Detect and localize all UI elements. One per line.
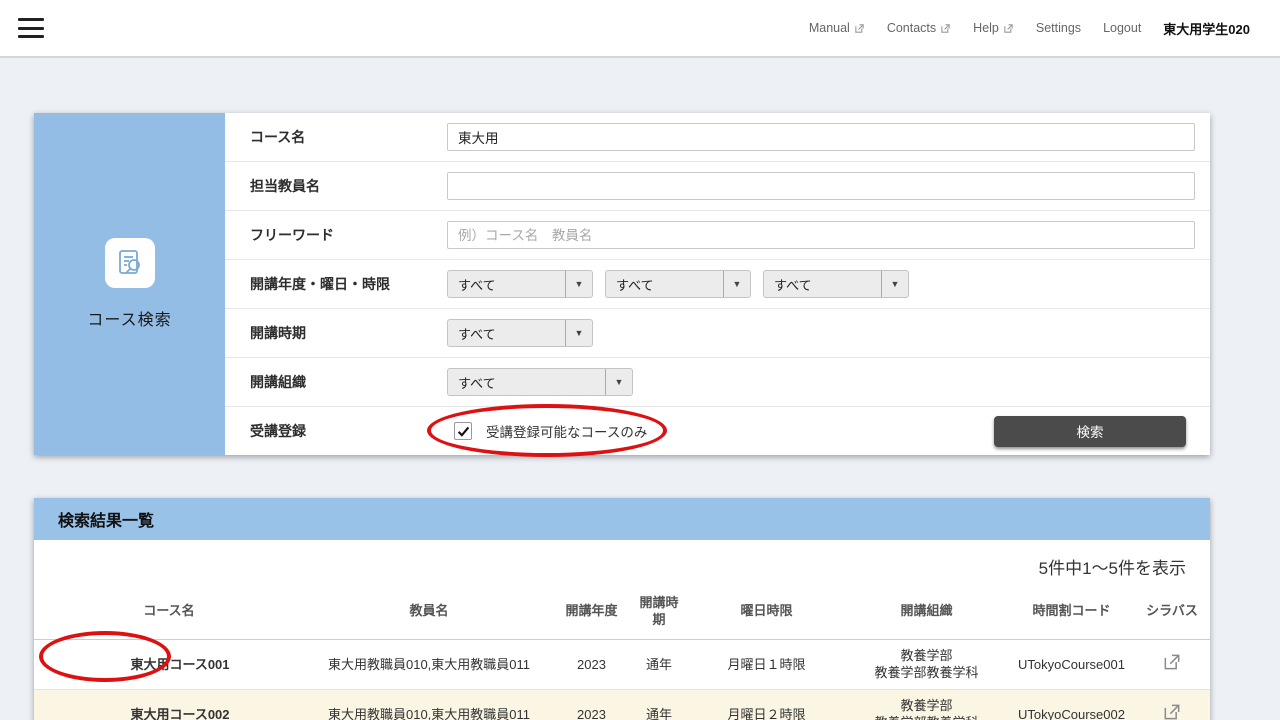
results-header: 検索結果一覧 [34,498,1210,540]
settings-link[interactable]: Settings [1036,21,1081,35]
form-row-free-word: フリーワード [225,210,1210,259]
teachers-cell: 東大用教職員010,東大用教職員011 [304,689,554,720]
column-header-organization: 開講組織 [844,589,1009,639]
search-button[interactable]: 検索 [994,416,1186,447]
daytime-cell: 月曜日１時限 [689,639,844,689]
course-name-label: コース名 [225,127,447,147]
syllabus-external-link-icon[interactable] [1162,652,1182,672]
form-row-organization: 開講組織 すべて ▼ [225,357,1210,406]
table-row-course-002: 東大用コース002 東大用教職員010,東大用教職員011 2023 通年 月曜… [34,689,1210,720]
username: 東大用学生020 [1163,19,1250,38]
form-row-year-day-period: 開講年度・曜日・時限 すべて ▼ すべて ▼ すべて ▼ [225,259,1210,308]
column-header-syllabus: シラバス [1134,589,1210,639]
external-link-icon [854,23,865,34]
external-link-icon [1003,23,1014,34]
timetable-code-cell: UTokyoCourse001 [1009,639,1134,689]
course-search-sidebar: コース検索 [34,113,225,455]
help-link-label: Help [973,21,999,35]
organization-select-value: すべて [448,369,605,395]
organization-cell: 教養学部 教養学部教養学科 [844,689,1009,720]
form-row-registration: 受講登録 受講登録可能なコースのみ 検索 [225,406,1210,455]
organization-cell: 教養学部 教養学部教養学科 [844,639,1009,689]
chevron-down-icon: ▼ [881,271,908,297]
syllabus-external-link-icon[interactable] [1162,702,1182,720]
day-select-value: すべて [606,271,723,297]
results-count: 5件中1〜5件を表示 [34,540,1210,589]
results-table: コース名 教員名 開講年度 開講時期 曜日時限 開講組織 時間割コード シラバス… [34,589,1210,720]
course-row-002-link[interactable]: 東大用コース002 [34,689,304,720]
free-word-label: フリーワード [225,225,447,245]
year-day-period-label: 開講年度・曜日・時限 [225,274,447,294]
chevron-down-icon: ▼ [723,271,750,297]
period-select-value: すべて [764,271,881,297]
manual-link-label: Manual [809,21,850,35]
checkmark-icon [457,425,470,438]
year-select[interactable]: すべて ▼ [447,270,593,298]
results-table-header-row: コース名 教員名 開講年度 開講時期 曜日時限 開講組織 時間割コード シラバス [34,589,1210,639]
year-select-value: すべて [448,271,565,297]
chevron-down-icon: ▼ [605,369,632,395]
term-label: 開講時期 [225,323,447,343]
course-search-panel: コース検索 コース名 担当教員名 フリーワード [34,113,1210,455]
timetable-code-cell: UTokyoCourse002 [1009,689,1134,720]
term-select[interactable]: すべて ▼ [447,319,593,347]
registration-checkbox[interactable] [454,422,472,440]
free-word-input[interactable] [447,221,1195,249]
form-row-course-name: コース名 [225,113,1210,161]
form-row-teacher-name: 担当教員名 [225,161,1210,210]
document-search-icon [105,238,155,288]
column-header-teacher: 教員名 [304,589,554,639]
page: Manual Contacts Help Settings Logout 東大用… [0,0,1280,720]
column-header-daytime: 曜日時限 [689,589,844,639]
hamburger-menu-icon[interactable] [18,18,44,38]
topbar: Manual Contacts Help Settings Logout 東大用… [0,0,1280,58]
daytime-cell: 月曜日２時限 [689,689,844,720]
contacts-link[interactable]: Contacts [887,21,951,35]
search-results-panel: 検索結果一覧 5件中1〜5件を表示 コース名 教員名 開講年度 開講時期 曜日時… [34,498,1210,720]
manual-link[interactable]: Manual [809,21,865,35]
organization-label: 開講組織 [225,372,447,392]
help-link[interactable]: Help [973,21,1014,35]
year-cell: 2023 [554,689,629,720]
teachers-cell: 東大用教職員010,東大用教職員011 [304,639,554,689]
organization-select[interactable]: すべて ▼ [447,368,633,396]
registration-label: 受講登録 [225,421,447,441]
syllabus-cell [1134,689,1210,720]
form-row-term: 開講時期 すべて ▼ [225,308,1210,357]
course-search-form: コース名 担当教員名 フリーワード 開講年度・曜日・時限 [225,113,1210,455]
top-navigation: Manual Contacts Help Settings Logout 東大用… [809,19,1250,38]
column-header-year: 開講年度 [554,589,629,639]
course-name-input[interactable] [447,123,1195,151]
contacts-link-label: Contacts [887,21,936,35]
course-search-title: コース検索 [87,306,171,330]
external-link-icon [940,23,951,34]
term-select-value: すべて [448,320,565,346]
syllabus-cell [1134,639,1210,689]
teacher-name-label: 担当教員名 [225,176,447,196]
period-select[interactable]: すべて ▼ [763,270,909,298]
course-row-001-link[interactable]: 東大用コース001 [34,639,304,689]
term-cell: 通年 [629,689,689,720]
table-row-course-001: 東大用コース001 東大用教職員010,東大用教職員011 2023 通年 月曜… [34,639,1210,689]
teacher-name-input[interactable] [447,172,1195,200]
column-header-course: コース名 [34,589,304,639]
column-header-timetable-code: 時間割コード [1009,589,1134,639]
year-cell: 2023 [554,639,629,689]
chevron-down-icon: ▼ [565,320,592,346]
logout-link[interactable]: Logout [1103,21,1141,35]
results-title: 検索結果一覧 [58,507,154,531]
registration-checkbox-label: 受講登録可能なコースのみ [486,421,647,441]
day-select[interactable]: すべて ▼ [605,270,751,298]
chevron-down-icon: ▼ [565,271,592,297]
column-header-term: 開講時期 [629,589,689,639]
term-cell: 通年 [629,639,689,689]
